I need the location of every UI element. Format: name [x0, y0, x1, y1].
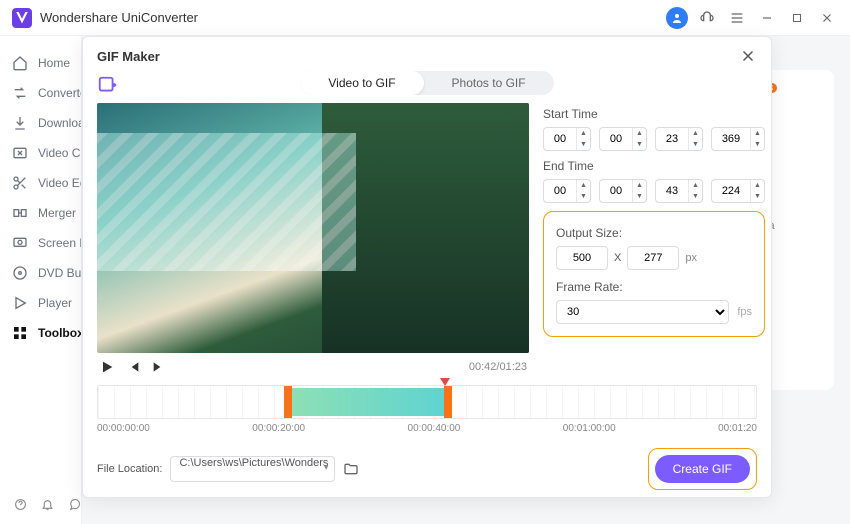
sidebar-item-toolbox[interactable]: Toolbox: [0, 318, 81, 348]
menu-icon[interactable]: [726, 7, 748, 29]
timeline-handle-end[interactable]: [444, 386, 452, 418]
sidebar-item-label: Video Editor: [38, 176, 81, 190]
start-seconds-input[interactable]: [656, 133, 688, 145]
download-icon: [12, 115, 28, 131]
timeline-track[interactable]: [97, 385, 757, 419]
convert-icon: [12, 85, 28, 101]
support-icon[interactable]: [696, 7, 718, 29]
end-ms-input[interactable]: [712, 185, 750, 197]
create-gif-button[interactable]: Create GIF: [655, 455, 750, 483]
gif-maker-modal: GIF Maker Video to GIF Photos to GIF 00:…: [82, 36, 772, 498]
scissors-icon: [12, 175, 28, 191]
file-location-label: File Location:: [97, 463, 162, 475]
sidebar-item-label: Toolbox: [38, 326, 81, 340]
sidebar-item-player[interactable]: Player: [0, 288, 81, 318]
fps-unit: fps: [737, 306, 752, 318]
sidebar-item-recorder[interactable]: Screen Recorder: [0, 228, 81, 258]
sidebar-item-label: Video Compressor: [38, 146, 81, 160]
play-icon: [12, 295, 28, 311]
record-icon: [12, 235, 28, 251]
chevron-up-icon: ▲: [577, 128, 590, 139]
end-time-label: End Time: [543, 159, 765, 173]
frame-rate-label: Frame Rate:: [556, 280, 752, 294]
sidebar-item-dvd[interactable]: DVD Burner: [0, 258, 81, 288]
play-button[interactable]: [99, 359, 115, 375]
end-ms-stepper[interactable]: ▲▼: [711, 179, 765, 203]
tab-video-to-gif[interactable]: Video to GIF: [300, 71, 423, 95]
start-time-label: Start Time: [543, 107, 765, 121]
add-media-button[interactable]: [97, 75, 119, 97]
tab-photos-to-gif[interactable]: Photos to GIF: [424, 71, 554, 95]
start-minutes-input[interactable]: [600, 133, 632, 145]
output-settings-highlight: Output Size: X px Frame Rate: 30 fps: [543, 211, 765, 337]
create-gif-highlight: Create GIF: [648, 448, 757, 490]
home-icon: [12, 55, 28, 71]
size-unit: px: [685, 252, 697, 264]
end-seconds-input[interactable]: [656, 185, 688, 197]
file-location-select[interactable]: C:\Users\ws\Pictures\Wonders: [170, 456, 335, 482]
sidebar-item-compressor[interactable]: Video Compressor: [0, 138, 81, 168]
sidebar-item-editor[interactable]: Video Editor: [0, 168, 81, 198]
output-size-label: Output Size:: [556, 226, 752, 240]
maximize-icon[interactable]: [786, 7, 808, 29]
end-seconds-stepper[interactable]: ▲▼: [655, 179, 703, 203]
sidebar-item-home[interactable]: Home: [0, 48, 81, 78]
timeline-labels: 00:00:00:00 00:00:20:00 00:00:40:00 00:0…: [97, 423, 757, 434]
disc-icon: [12, 265, 28, 281]
toolbox-icon: [12, 325, 28, 341]
output-width-input[interactable]: [556, 246, 608, 270]
end-minutes-stepper[interactable]: ▲▼: [599, 179, 647, 203]
start-hours-stepper[interactable]: ▲▼: [543, 127, 591, 151]
start-ms-stepper[interactable]: ▲▼: [711, 127, 765, 151]
start-seconds-stepper[interactable]: ▲▼: [655, 127, 703, 151]
chevron-down-icon: ▼: [577, 139, 590, 150]
timeline-handle-start[interactable]: [284, 386, 292, 418]
close-icon[interactable]: [739, 47, 757, 65]
notifications-icon[interactable]: [41, 498, 54, 514]
sidebar-item-label: Converter: [38, 86, 81, 100]
modal-title: GIF Maker: [97, 49, 160, 64]
titlebar: Wondershare UniConverter: [0, 0, 850, 36]
help-icon[interactable]: [14, 498, 27, 514]
sidebar-item-merger[interactable]: Merger: [0, 198, 81, 228]
merge-icon: [12, 205, 28, 221]
end-hours-stepper[interactable]: ▲▼: [543, 179, 591, 203]
app-logo-icon: [12, 8, 32, 28]
prev-frame-button[interactable]: [125, 359, 141, 375]
sidebar-item-label: Downloader: [38, 116, 81, 130]
timeline-playhead-icon[interactable]: [440, 378, 450, 386]
start-minutes-stepper[interactable]: ▲▼: [599, 127, 647, 151]
sidebar-item-label: Home: [38, 56, 70, 70]
size-separator: X: [614, 252, 621, 264]
sidebar-item-converter[interactable]: Converter: [0, 78, 81, 108]
sidebar: Home Converter Downloader Video Compress…: [0, 36, 82, 524]
close-window-icon[interactable]: [816, 7, 838, 29]
timeline-selection[interactable]: [288, 388, 446, 416]
sidebar-item-label: DVD Burner: [38, 266, 81, 280]
minimize-icon[interactable]: [756, 7, 778, 29]
mode-tabs: Video to GIF Photos to GIF: [300, 71, 553, 95]
start-ms-input[interactable]: [712, 133, 750, 145]
end-minutes-input[interactable]: [600, 185, 632, 197]
account-avatar-icon[interactable]: [666, 7, 688, 29]
app-title: Wondershare UniConverter: [40, 10, 198, 25]
sidebar-item-downloader[interactable]: Downloader: [0, 108, 81, 138]
output-height-input[interactable]: [627, 246, 679, 270]
frame-rate-select[interactable]: 30: [556, 300, 729, 324]
feedback-icon[interactable]: [68, 498, 81, 514]
open-folder-button[interactable]: [343, 461, 359, 477]
playback-time: 00:42/01:23: [469, 361, 527, 373]
compress-icon: [12, 145, 28, 161]
sidebar-item-label: Player: [38, 296, 72, 310]
sidebar-item-label: Merger: [38, 206, 76, 220]
next-frame-button[interactable]: [151, 359, 167, 375]
sidebar-item-label: Screen Recorder: [38, 236, 81, 250]
start-hours-input[interactable]: [544, 133, 576, 145]
playback-controls: 00:42/01:23: [97, 353, 529, 381]
video-preview[interactable]: [97, 103, 529, 353]
timeline: 00:00:00:00 00:00:20:00 00:00:40:00 00:0…: [83, 381, 771, 434]
end-hours-input[interactable]: [544, 185, 576, 197]
